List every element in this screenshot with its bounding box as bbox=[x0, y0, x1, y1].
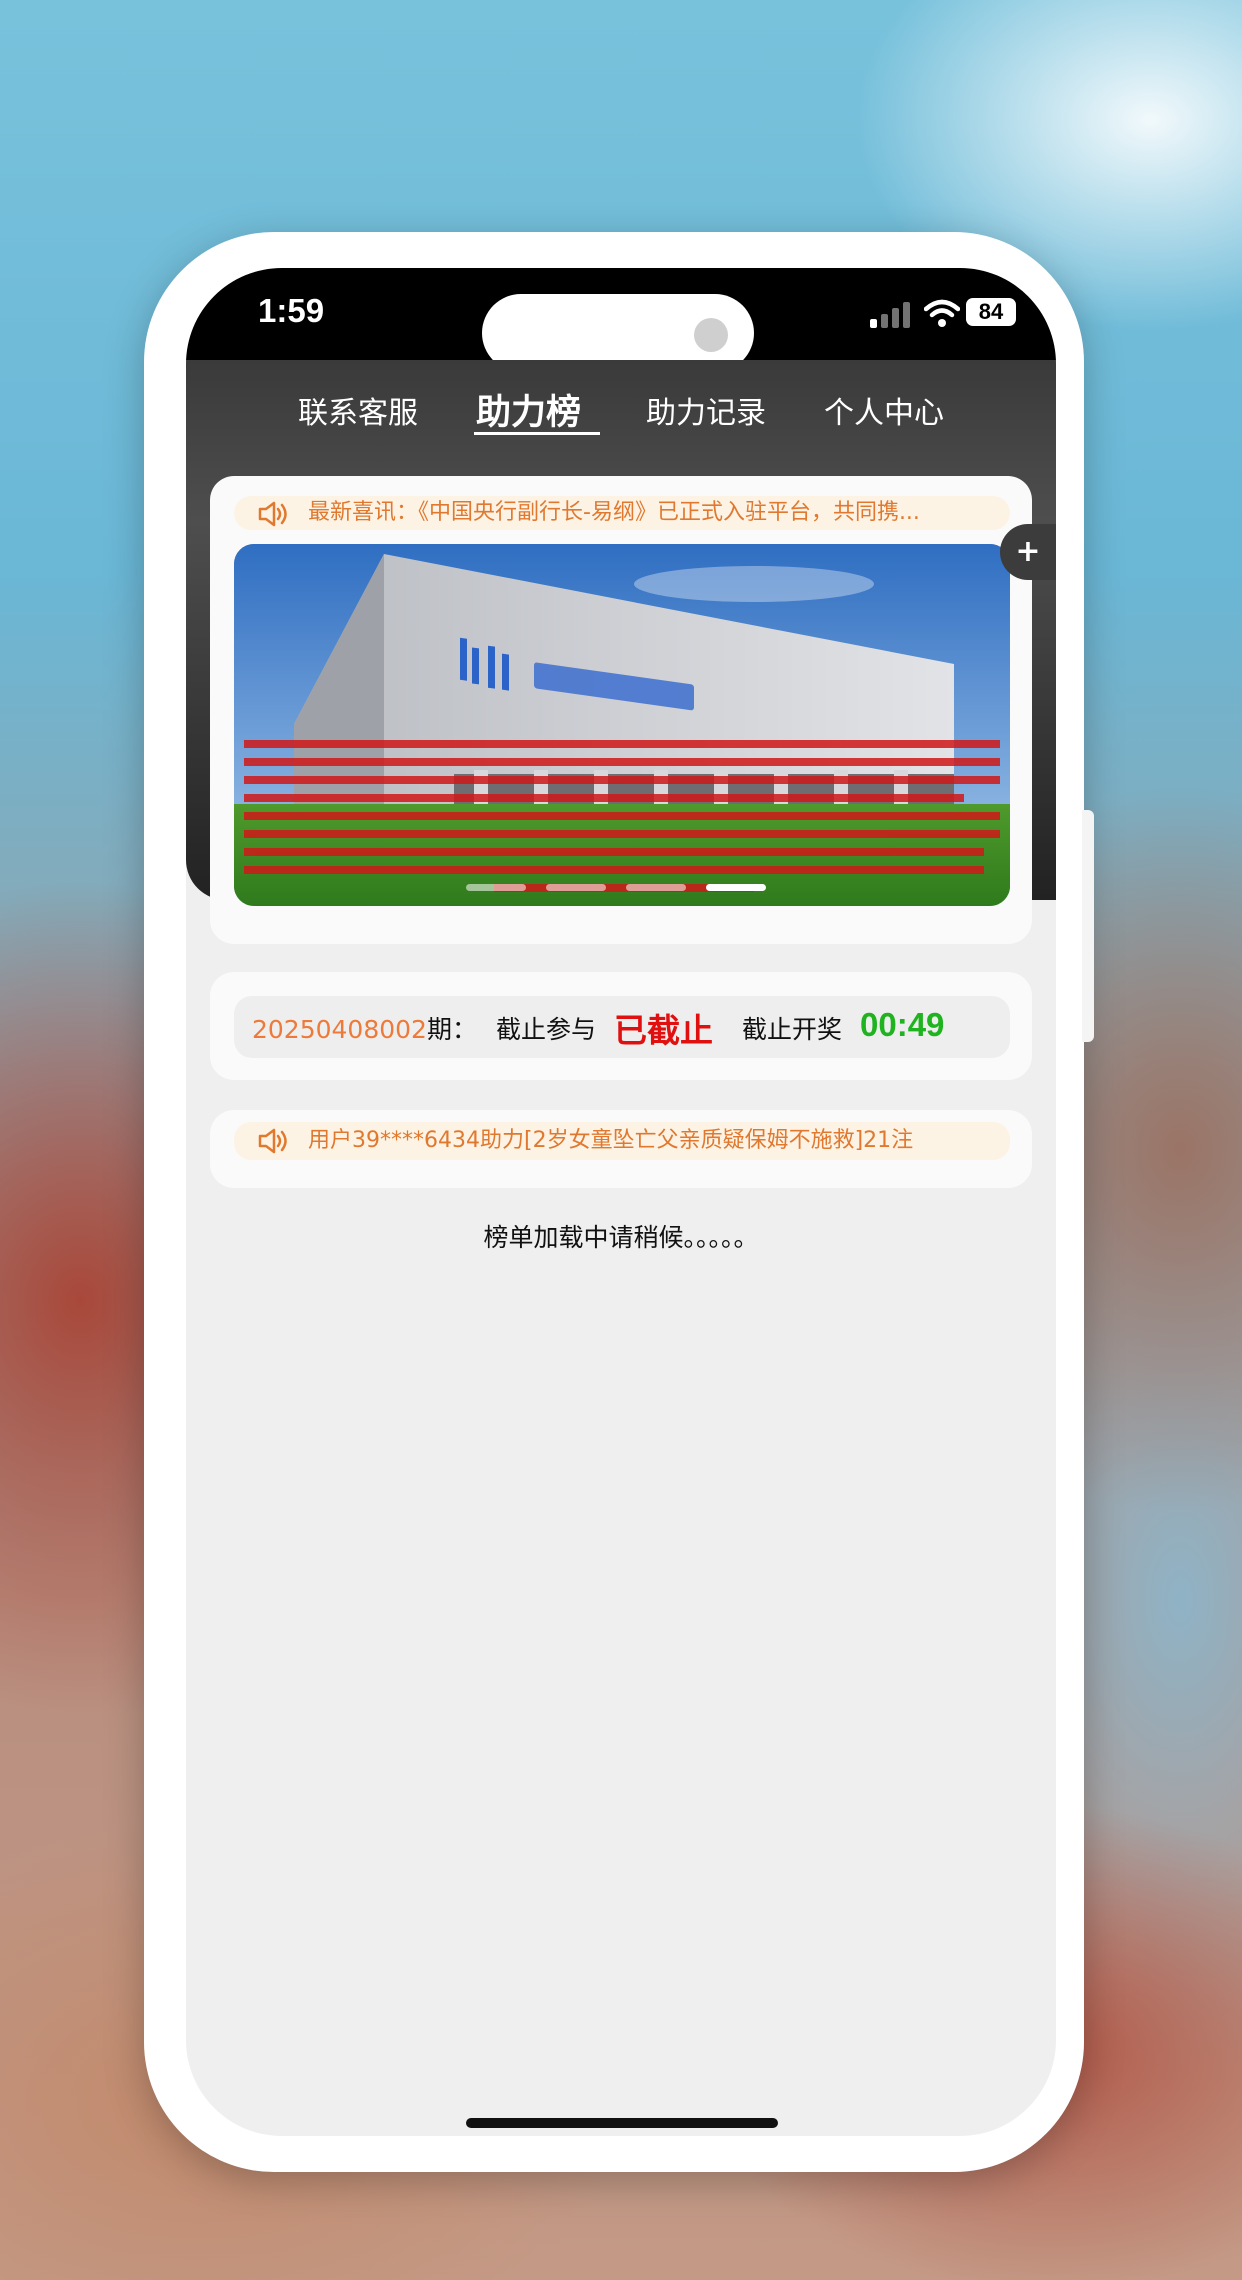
participation-status: 已截止 bbox=[614, 1011, 713, 1050]
participation-label: 截止参与 bbox=[496, 1015, 597, 1044]
status-time: 1:59 bbox=[258, 292, 325, 329]
battery-icon: 84 bbox=[966, 298, 1016, 326]
activity-card: 用户39****6434助力[2岁女童坠亡父亲质疑保姆不施救]21注 bbox=[210, 1110, 1032, 1188]
home-indicator[interactable] bbox=[466, 2118, 778, 2128]
wifi-icon bbox=[924, 299, 960, 327]
carousel-dot[interactable] bbox=[626, 884, 686, 891]
status-bar: 1:59 84 bbox=[186, 268, 1056, 372]
activity-text: 用户39****6434助力[2岁女童坠亡父亲质疑保姆不施救]21注 bbox=[308, 1128, 914, 1153]
activity-marquee[interactable]: 用户39****6434助力[2岁女童坠亡父亲质疑保姆不施救]21注 bbox=[234, 1122, 1010, 1160]
carousel-dot[interactable] bbox=[466, 884, 526, 891]
banner-carousel[interactable] bbox=[234, 544, 1010, 906]
banner-image bbox=[234, 544, 1010, 906]
ranking-loading-text: 榜单加载中请稍候。。。。。 bbox=[483, 1223, 759, 1252]
tab-bar: 联系客服 助力榜 助力记录 个人中心 bbox=[186, 384, 1056, 454]
tab-customer-service[interactable]: 联系客服 bbox=[298, 388, 418, 432]
tab-profile[interactable]: 个人中心 bbox=[824, 388, 944, 432]
side-button bbox=[1082, 810, 1094, 1042]
signal-icon bbox=[870, 300, 914, 328]
issue-info: 20250408002期： 截止参与 已截止 截止开奖 00:49 bbox=[234, 996, 1010, 1058]
carousel-dot-active[interactable] bbox=[706, 884, 766, 891]
draw-label: 截止开奖 bbox=[742, 1015, 843, 1044]
issue-card: 20250408002期： 截止参与 已截止 截止开奖 00:49 bbox=[210, 972, 1032, 1080]
banner-card: 最新喜讯：《中国央行副行长-易纲》已正式入驻平台，共同携... bbox=[210, 476, 1032, 944]
announcement-text: 最新喜讯：《中国央行副行长-易纲》已正式入驻平台，共同携... bbox=[308, 500, 920, 525]
speaker-icon bbox=[258, 501, 287, 527]
carousel-indicator bbox=[466, 884, 786, 894]
app-screen: 1:59 84 联系客服 助力榜 助力记录 个人中心 最新喜讯：《中国央行副行长… bbox=[186, 268, 1056, 2136]
tab-records[interactable]: 助力记录 bbox=[646, 388, 766, 432]
speaker-icon bbox=[258, 1128, 287, 1154]
carousel-dot[interactable] bbox=[546, 884, 606, 891]
issue-number-value: 20250408002 bbox=[252, 1015, 427, 1044]
tab-ranking[interactable]: 助力榜 bbox=[476, 384, 581, 435]
camera-icon bbox=[694, 318, 728, 352]
active-tab-indicator bbox=[474, 432, 600, 435]
announcement-marquee[interactable]: 最新喜讯：《中国央行副行长-易纲》已正式入驻平台，共同携... bbox=[234, 496, 1010, 530]
draw-countdown: 00:49 bbox=[860, 1006, 945, 1043]
issue-number-suffix: 期： bbox=[426, 1015, 477, 1044]
plus-icon[interactable]: + bbox=[1000, 524, 1056, 580]
issue-number: 20250408002期： bbox=[252, 1010, 477, 1046]
